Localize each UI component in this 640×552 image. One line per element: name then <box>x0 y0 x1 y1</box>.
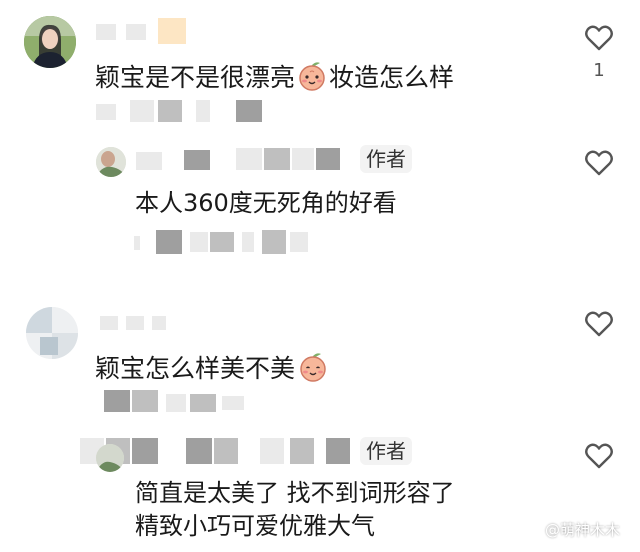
peach-face-emoji <box>300 353 326 382</box>
reply-meta-redacted <box>134 228 344 254</box>
comment-meta-redacted <box>104 388 254 414</box>
like-button[interactable] <box>583 308 615 340</box>
commenter-avatar[interactable] <box>26 307 78 359</box>
heart-outline-icon <box>585 311 613 337</box>
like-count: 1 <box>593 60 605 81</box>
reply-avatar[interactable] <box>96 444 124 472</box>
comment-text: 颖宝怎么样美不美 <box>95 351 329 384</box>
reply-like-button[interactable] <box>583 440 615 472</box>
commenter-username-redacted <box>96 18 192 44</box>
reply-username-redacted <box>136 144 366 174</box>
reply-avatar[interactable] <box>96 147 126 177</box>
comment-text-part1: 颖宝怎么样美不美 <box>95 354 296 383</box>
like-button[interactable] <box>583 22 615 54</box>
commenter-username-redacted <box>100 308 180 332</box>
comment-text-part1: 颖宝是不是很漂亮 <box>95 63 296 92</box>
author-tag: 作者 <box>360 145 412 173</box>
reply-text-line2: 精致小巧可爱优雅大气 <box>135 512 375 540</box>
watermark: @萌神木木 <box>545 521 621 539</box>
comment-text-part2: 妆造怎么样 <box>329 63 455 92</box>
reply-like-button[interactable] <box>583 147 615 179</box>
peach-face-emoji <box>299 62 325 91</box>
author-tag: 作者 <box>360 437 412 465</box>
heart-outline-icon <box>585 443 613 469</box>
heart-outline-icon <box>585 25 613 51</box>
commenter-avatar[interactable] <box>24 16 76 68</box>
heart-outline-icon <box>585 150 613 176</box>
reply-text-line1: 简直是太美了 找不到词形容了 <box>135 479 455 507</box>
comment-meta-redacted <box>96 98 266 124</box>
comment-text: 颖宝是不是很漂亮 妆造怎么样 <box>95 60 454 93</box>
reply-text: 本人360度无死角的好看 <box>135 189 397 217</box>
